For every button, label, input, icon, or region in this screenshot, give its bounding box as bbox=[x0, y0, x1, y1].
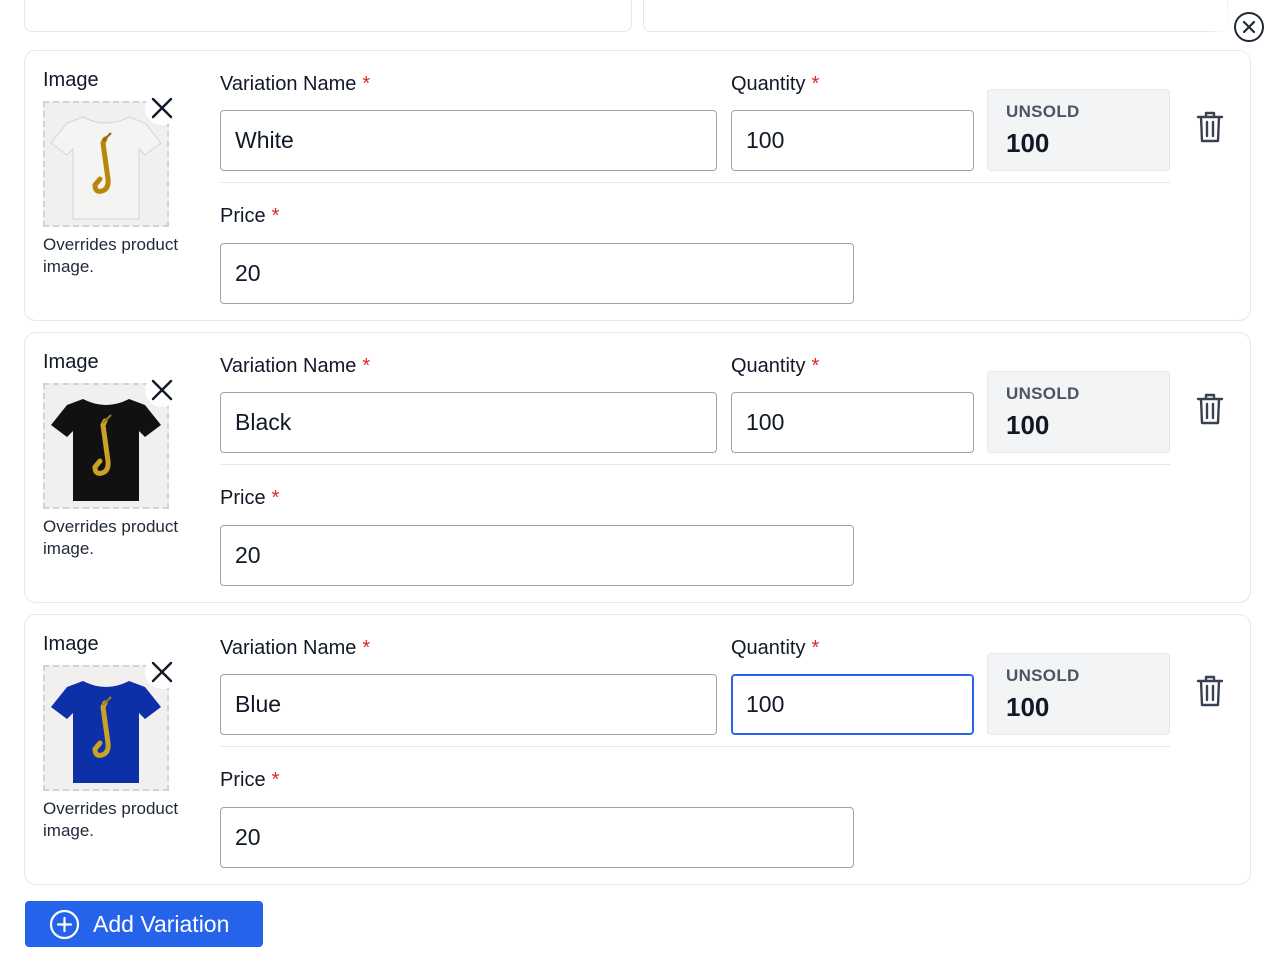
divider bbox=[220, 182, 1170, 183]
price-input[interactable] bbox=[220, 525, 854, 586]
variation-name-input[interactable] bbox=[220, 392, 717, 453]
quantity-input[interactable] bbox=[731, 110, 974, 171]
required-mark: * bbox=[271, 205, 280, 227]
top-right-field bbox=[643, 0, 1228, 32]
variation-name-label: Variation Name * bbox=[220, 73, 371, 95]
close-circle-icon bbox=[1242, 20, 1256, 34]
top-left-field bbox=[24, 0, 632, 32]
close-icon bbox=[151, 661, 173, 683]
required-mark: * bbox=[362, 637, 371, 659]
quantity-label: Quantity * bbox=[731, 355, 820, 377]
required-mark: * bbox=[271, 769, 280, 791]
unsold-badge: UNSOLD 100 bbox=[987, 371, 1170, 453]
variation-card: Image Overrides product image. Variation… bbox=[24, 50, 1251, 321]
trash-icon bbox=[1196, 675, 1224, 707]
unsold-badge: UNSOLD 100 bbox=[987, 89, 1170, 171]
top-fields-remnant bbox=[0, 0, 1280, 34]
close-icon bbox=[151, 97, 173, 119]
variation-name-label: Variation Name * bbox=[220, 637, 371, 659]
quantity-input[interactable] bbox=[731, 392, 974, 453]
add-variation-label: Add Variation bbox=[93, 910, 230, 937]
unsold-label: UNSOLD bbox=[1006, 384, 1080, 403]
unsold-value: 100 bbox=[1006, 692, 1050, 722]
divider bbox=[220, 464, 1170, 465]
tshirt-saxophone-image bbox=[50, 116, 162, 220]
unsold-value: 100 bbox=[1006, 410, 1050, 440]
delete-variation-button[interactable] bbox=[1193, 389, 1227, 429]
unsold-label: UNSOLD bbox=[1006, 102, 1080, 121]
required-mark: * bbox=[811, 355, 820, 377]
image-label: Image bbox=[43, 633, 99, 655]
variation-name-label: Variation Name * bbox=[220, 355, 371, 377]
required-mark: * bbox=[811, 637, 820, 659]
required-mark: * bbox=[362, 355, 371, 377]
image-hint: Overrides product image. bbox=[43, 517, 179, 558]
unsold-label: UNSOLD bbox=[1006, 666, 1080, 685]
trash-icon bbox=[1196, 111, 1224, 143]
unsold-value: 100 bbox=[1006, 128, 1050, 158]
image-label: Image bbox=[43, 69, 99, 91]
tshirt-saxophone-image bbox=[51, 399, 161, 501]
image-hint: Overrides product image. bbox=[43, 235, 179, 276]
variation-name-input[interactable] bbox=[220, 110, 717, 171]
price-label: Price * bbox=[220, 487, 280, 509]
remove-image-button[interactable] bbox=[145, 91, 179, 125]
unsold-badge: UNSOLD 100 bbox=[987, 653, 1170, 735]
quantity-label: Quantity * bbox=[731, 637, 820, 659]
tshirt-saxophone-image bbox=[51, 681, 161, 783]
delete-variation-button[interactable] bbox=[1193, 671, 1227, 711]
close-icon bbox=[151, 379, 173, 401]
price-input[interactable] bbox=[220, 243, 854, 304]
price-label: Price * bbox=[220, 205, 280, 227]
divider bbox=[220, 746, 1170, 747]
plus-circle-icon bbox=[49, 909, 80, 940]
delete-variation-button[interactable] bbox=[1193, 107, 1227, 147]
close-modal-button[interactable] bbox=[1234, 12, 1264, 42]
add-variation-button[interactable]: Add Variation bbox=[25, 901, 263, 947]
required-mark: * bbox=[362, 73, 371, 95]
variation-card: Image Overrides product image. Variation… bbox=[24, 332, 1251, 603]
variations-list: Image Overrides product image. Variation… bbox=[24, 50, 1251, 896]
variation-card: Image Overrides product image. Variation… bbox=[24, 614, 1251, 885]
price-input[interactable] bbox=[220, 807, 854, 868]
image-hint: Overrides product image. bbox=[43, 799, 179, 840]
image-label: Image bbox=[43, 351, 99, 373]
price-label: Price * bbox=[220, 769, 280, 791]
remove-image-button[interactable] bbox=[145, 373, 179, 407]
remove-image-button[interactable] bbox=[145, 655, 179, 689]
required-mark: * bbox=[811, 73, 820, 95]
trash-icon bbox=[1196, 393, 1224, 425]
quantity-input[interactable] bbox=[731, 674, 974, 735]
required-mark: * bbox=[271, 487, 280, 509]
quantity-label: Quantity * bbox=[731, 73, 820, 95]
variation-name-input[interactable] bbox=[220, 674, 717, 735]
